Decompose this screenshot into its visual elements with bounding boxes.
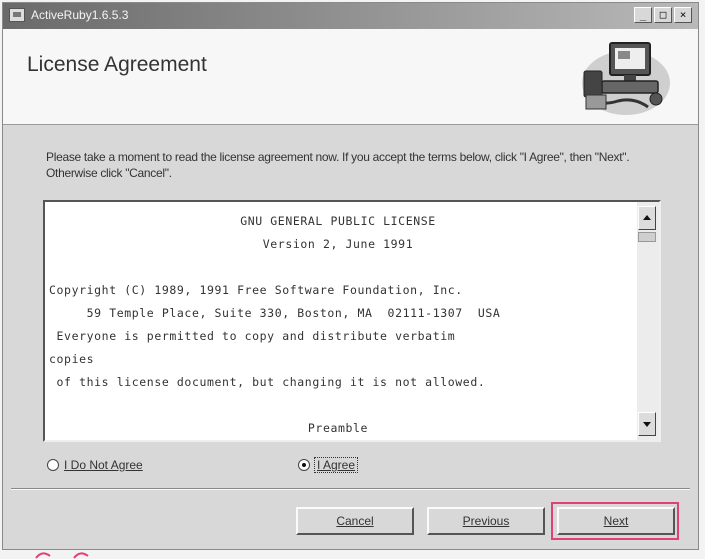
minimize-button[interactable]: _ [634, 7, 652, 23]
app-icon [9, 8, 25, 22]
agree-label[interactable]: I Agree [313, 457, 359, 473]
wizard-header: License Agreement [3, 29, 698, 125]
license-line: of this license document, but changing i… [49, 375, 486, 389]
license-line: Everyone is permitted to copy and distri… [49, 329, 456, 343]
installer-window: ActiveRuby1.6.5.3 _ □ × License Agreemen… [2, 2, 699, 550]
footer-divider [11, 488, 690, 490]
title-bar[interactable]: ActiveRuby1.6.5.3 _ □ × [3, 3, 698, 29]
window-title: ActiveRuby1.6.5.3 [31, 8, 129, 22]
annotation-mark [35, 552, 89, 559]
previous-button-label: Previous [462, 514, 510, 528]
computer-setup-icon [582, 42, 670, 115]
scroll-thumb[interactable] [638, 232, 656, 242]
license-line [49, 256, 627, 279]
disagree-radio[interactable] [47, 459, 59, 471]
license-textbox[interactable]: GNU GENERAL PUBLIC LICENSE Version 2, Jun… [43, 200, 661, 442]
license-line: 59 Temple Place, Suite 330, Boston, MA 0… [49, 306, 501, 320]
close-button[interactable]: × [674, 7, 692, 23]
instruction-text: Please take a moment to read the license… [46, 150, 630, 180]
cancel-button[interactable]: Cancel [296, 507, 414, 535]
agree-option[interactable]: I Agree [298, 457, 359, 473]
next-button-highlight [551, 502, 679, 540]
window-controls: _ □ × [634, 7, 692, 23]
license-line: copies [49, 352, 95, 366]
license-line: Preamble [307, 421, 369, 435]
agree-radio[interactable] [298, 459, 310, 471]
disagree-label[interactable]: I Do Not Agree [64, 458, 143, 472]
page-title: License Agreement [27, 53, 207, 76]
scroll-down-button[interactable] [638, 412, 656, 436]
license-text: GNU GENERAL PUBLIC LICENSE Version 2, Jun… [49, 210, 627, 440]
license-line: Copyright (C) 1989, 1991 Free Software F… [49, 283, 463, 297]
license-line [49, 394, 627, 417]
scroll-up-button[interactable] [638, 206, 656, 230]
cancel-button-label: Cancel [336, 514, 374, 528]
arrow-down-icon [643, 422, 651, 427]
arrow-up-icon [643, 215, 651, 220]
disagree-option[interactable]: I Do Not Agree [47, 458, 143, 472]
license-scrollbar[interactable] [637, 202, 659, 440]
license-line: GNU GENERAL PUBLIC LICENSE [240, 214, 436, 228]
license-line: Version 2, June 1991 [262, 237, 414, 251]
previous-button[interactable]: Previous [427, 507, 545, 535]
maximize-button[interactable]: □ [654, 7, 672, 23]
